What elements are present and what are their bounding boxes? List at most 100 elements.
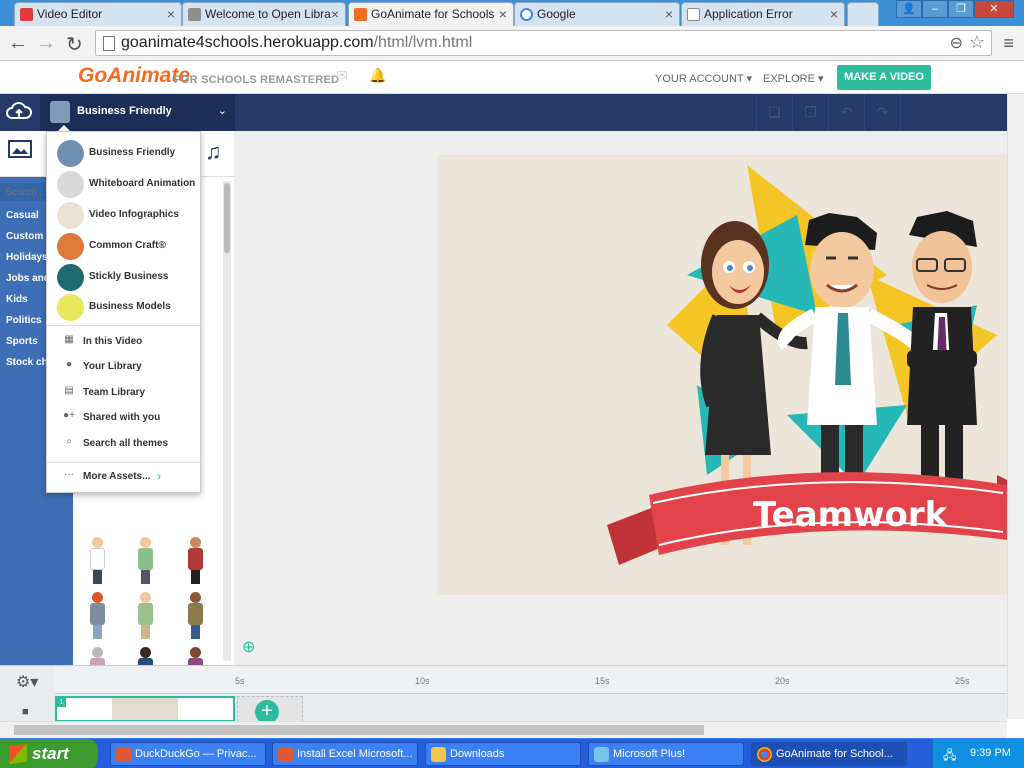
address-bar: ← → ↻ goanimate4schools.herokuapp.com/ht… xyxy=(0,26,1024,61)
windows-taskbar: start DuckDuckGo — Privac... Install Exc… xyxy=(0,738,1024,768)
tab-label: GoAnimate for Schools xyxy=(371,7,495,21)
close-icon[interactable]: × xyxy=(499,6,507,22)
infographics-avatar xyxy=(57,202,84,229)
scene-number: 1 xyxy=(57,698,66,707)
microsoft-plus-icon xyxy=(594,747,609,762)
option-in-this-video[interactable]: ▦ In this Video xyxy=(47,331,202,353)
url-input[interactable]: goanimate4schools.herokuapp.com/html/lvm… xyxy=(95,30,992,56)
theme-option-common-craft[interactable]: Common Craft® xyxy=(47,231,202,261)
scene-canvas[interactable]: Teamwork xyxy=(437,155,1007,595)
goanimate-favicon-icon xyxy=(354,8,367,21)
browser-tab-bar: Video Editor × Welcome to Open Libra × G… xyxy=(0,0,1024,26)
close-icon[interactable]: × xyxy=(830,6,838,22)
theme-name: Stickly Business xyxy=(89,271,169,282)
scrollbar-thumb[interactable] xyxy=(224,183,230,253)
folder-icon xyxy=(431,747,446,762)
bookmark-star-icon[interactable]: ☆ xyxy=(969,32,985,53)
timeline-scrollbar[interactable] xyxy=(0,721,1007,738)
network-icon[interactable]: 🖧 xyxy=(943,746,956,767)
tab-label: Google xyxy=(537,7,576,21)
browser-menu-icon[interactable]: ≡ xyxy=(1003,33,1014,54)
tab-application-error[interactable]: Application Error × xyxy=(681,2,845,26)
option-your-library[interactable]: ● Your Library xyxy=(47,356,202,378)
new-tab-button[interactable] xyxy=(847,2,879,26)
minimize-icon[interactable]: – xyxy=(922,0,948,18)
make-a-video-button[interactable]: MAKE A VIDEO xyxy=(837,65,931,90)
option-label: More Assets... xyxy=(83,471,151,482)
music-icon[interactable]: ♫ xyxy=(205,139,222,165)
close-icon[interactable]: × xyxy=(665,6,673,22)
copy-icon[interactable]: ❏ xyxy=(756,94,792,131)
paste-icon[interactable]: ❐ xyxy=(792,94,828,131)
page-favicon-icon xyxy=(188,8,201,21)
taskbar-item-downloads[interactable]: Downloads xyxy=(425,742,581,766)
scene-thumbnail[interactable]: 1 xyxy=(55,696,235,722)
chevron-right-icon: › xyxy=(157,469,161,483)
add-scene-button[interactable]: + xyxy=(237,696,303,724)
window-close-icon[interactable]: ✕ xyxy=(974,0,1014,18)
taskbar-item-goanimate[interactable]: GoAnimate for School... xyxy=(751,742,907,766)
option-team-library[interactable]: ▤ Team Library xyxy=(47,382,202,404)
user-plus-icon: ●+ xyxy=(63,410,75,421)
tab-label: Welcome to Open Libra xyxy=(205,7,331,21)
tab-open-library[interactable]: Welcome to Open Libra × xyxy=(182,2,346,26)
film-icon: ▦ xyxy=(64,334,74,345)
upload-cloud-icon[interactable] xyxy=(6,100,32,124)
scene-preview-image xyxy=(112,698,178,720)
option-label: Search all themes xyxy=(83,438,169,449)
user-icon[interactable]: 👤 xyxy=(896,0,922,18)
settings-gear-icon[interactable]: ⚙▾ xyxy=(16,672,38,692)
editor-toolbar: Business Friendly ⌄ ❏ ❐ ↶ ↷ xyxy=(0,94,1007,131)
user-icon: ● xyxy=(65,359,73,370)
page-icon xyxy=(103,36,115,51)
image-icon[interactable] xyxy=(8,139,32,165)
back-arrow-icon[interactable]: ← xyxy=(8,32,28,55)
close-icon[interactable]: × xyxy=(331,6,339,22)
undo-icon[interactable]: ↶ xyxy=(828,94,864,131)
scrollbar-thumb[interactable] xyxy=(14,725,704,735)
tab-video-editor[interactable]: Video Editor × xyxy=(14,2,182,26)
system-tray: 🖧 9:39 PM xyxy=(932,739,1024,768)
zoom-icon[interactable]: ⊖ xyxy=(950,33,963,53)
taskbar-item-duckduckgo[interactable]: DuckDuckGo — Privac... xyxy=(110,742,266,766)
tick-label: 15s xyxy=(595,676,610,686)
dropdown-divider xyxy=(47,462,202,463)
explore-menu[interactable]: EXPLORE ▾ xyxy=(763,72,824,85)
restore-icon[interactable]: ❐ xyxy=(948,0,974,18)
timeline-ruler[interactable]: 5s 10s 15s 20s 25s xyxy=(55,666,1007,694)
stage-area: Teamwork xyxy=(234,131,1007,665)
theme-name: Business Friendly xyxy=(89,147,176,158)
forward-arrow-icon[interactable]: → xyxy=(36,32,56,55)
reload-icon[interactable]: ↻ xyxy=(66,32,83,57)
more-assets-option[interactable]: ··· More Assets... › xyxy=(47,466,202,488)
taskbar-item-microsoft-plus[interactable]: Microsoft Plus! xyxy=(588,742,744,766)
option-shared-with-you[interactable]: ●+ Shared with you xyxy=(47,407,202,429)
page-scrollbar[interactable] xyxy=(1007,94,1024,719)
theme-option-business-models[interactable]: Business Models xyxy=(47,292,202,322)
theme-option-whiteboard[interactable]: Whiteboard Animation xyxy=(47,169,202,199)
your-account-menu[interactable]: YOUR ACCOUNT ▾ xyxy=(655,72,752,85)
business-friendly-avatar xyxy=(50,101,70,123)
banner-text: Teamwork xyxy=(753,495,948,535)
theme-option-infographics[interactable]: Video Infographics xyxy=(47,200,202,230)
bell-icon[interactable]: 🔔 xyxy=(369,67,386,83)
windows-flag-icon xyxy=(9,743,27,765)
close-icon[interactable]: × xyxy=(167,6,175,22)
tab-goanimate[interactable]: GoAnimate for Schools × xyxy=(348,2,514,26)
mail-icon[interactable]: ✉ xyxy=(336,67,352,83)
timeline: ⚙▾ 5s 10s 15s 20s 25s ■ 1 + xyxy=(0,665,1007,724)
camera-icon[interactable]: ■ xyxy=(22,706,29,718)
theme-name: Whiteboard Animation xyxy=(89,178,196,189)
tick-label: 5s xyxy=(235,676,245,686)
start-button[interactable]: start xyxy=(0,739,98,768)
tick-label: 25s xyxy=(955,676,970,686)
taskbar-item-install-excel[interactable]: Install Excel Microsoft... xyxy=(272,742,418,766)
asset-scrollbar[interactable] xyxy=(223,181,231,661)
tab-google[interactable]: Google × xyxy=(514,2,680,26)
redo-icon[interactable]: ↷ xyxy=(864,94,900,131)
zoom-in-icon[interactable]: ⊕ xyxy=(242,637,255,657)
theme-option-business-friendly[interactable]: Business Friendly xyxy=(47,138,202,168)
option-search-all-themes[interactable]: ⌕ Search all themes xyxy=(47,433,202,455)
page-favicon-icon xyxy=(687,8,700,21)
theme-option-stickly-business[interactable]: Stickly Business xyxy=(47,262,202,292)
